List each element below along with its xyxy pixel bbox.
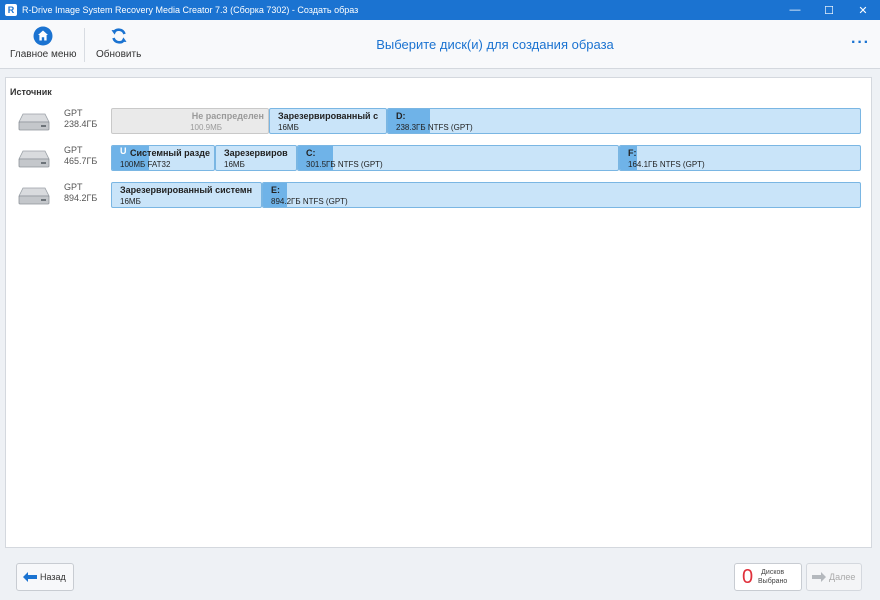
disk-row[interactable]: GPT 894.2ГБ Зарезервированный системн 16… <box>6 182 866 208</box>
disk-row[interactable]: GPT 238.4ГБ Не распределен 100.9МБ Зарез… <box>6 108 866 134</box>
toolbar: Главное меню Обновить Выберите диск(и) д… <box>0 20 880 69</box>
more-options-button[interactable]: ··· <box>851 34 870 52</box>
arrow-right-icon <box>812 572 826 582</box>
partition-name: F: <box>628 148 637 158</box>
hard-drive-icon <box>16 148 52 170</box>
back-button-label: Назад <box>40 572 66 582</box>
partition-name: Системный разде <box>130 148 210 158</box>
refresh-button-label: Обновить <box>96 49 142 60</box>
home-button[interactable]: Главное меню <box>10 26 76 60</box>
partition-f[interactable]: F: 164.1ГБ NTFS (GPT) <box>619 145 861 171</box>
maximize-button[interactable]: ☐ <box>812 0 846 20</box>
arrow-left-icon <box>23 572 37 582</box>
partition-name: Зарезервированный системн <box>120 185 253 195</box>
footer-bar: Назад 0 Дисков Выбрано Далее <box>5 553 872 597</box>
partition-name: D: <box>396 111 406 121</box>
partition-name: C: <box>306 148 316 158</box>
home-icon <box>33 26 53 46</box>
partition-size: 238.3ГБ NTFS (GPT) <box>396 123 473 132</box>
partition-size: 164.1ГБ NTFS (GPT) <box>628 160 705 169</box>
title-bar: R R-Drive Image System Recovery Media Cr… <box>0 0 880 20</box>
minimize-button[interactable]: — <box>778 0 812 20</box>
disk-size: 894.2ГБ <box>64 193 98 203</box>
source-heading: Источник <box>10 87 52 97</box>
partition-size: 16МБ <box>120 197 141 206</box>
disk-row[interactable]: GPT 465.7ГБ U Системный разде 100МБ FAT3… <box>6 145 866 171</box>
selected-label-line1: Дисков <box>761 569 785 576</box>
partition-unallocated[interactable]: Не распределен 100.9МБ <box>111 108 269 134</box>
partition-system[interactable]: U Системный разде 100МБ FAT32 <box>111 145 215 171</box>
partition-marker: U <box>120 146 127 156</box>
selected-disks-counter: 0 Дисков Выбрано <box>734 563 802 591</box>
partition-size: 16МБ <box>278 123 299 132</box>
partition-e[interactable]: E: 894.2ГБ NTFS (GPT) <box>262 182 861 208</box>
partition-size: 16МБ <box>224 160 245 169</box>
disk-size: 238.4ГБ <box>64 119 98 129</box>
disk-info: GPT 238.4ГБ <box>64 108 97 130</box>
window-controls: — ☐ ✕ <box>778 0 880 20</box>
partition-name: Зарезервиров <box>224 148 288 158</box>
partition-reserved[interactable]: Зарезервиров 16МБ <box>215 145 297 171</box>
home-button-label: Главное меню <box>10 49 77 60</box>
refresh-button[interactable]: Обновить <box>96 26 141 60</box>
partition-size: 301.5ГБ NTFS (GPT) <box>306 160 383 169</box>
window-title: R-Drive Image System Recovery Media Crea… <box>22 5 359 15</box>
app-logo-icon: R <box>5 4 17 16</box>
selected-label-line2: Выбрано <box>758 578 788 585</box>
partition-name: E: <box>271 185 280 195</box>
close-button[interactable]: ✕ <box>846 0 880 20</box>
hard-drive-icon <box>16 111 52 133</box>
back-button[interactable]: Назад <box>16 563 74 591</box>
hard-drive-icon <box>16 185 52 207</box>
disk-size: 465.7ГБ <box>64 156 98 166</box>
partition-c[interactable]: C: 301.5ГБ NTFS (GPT) <box>297 145 619 171</box>
partition-reserved[interactable]: Зарезервированный с 16МБ <box>269 108 387 134</box>
disk-type: GPT <box>64 182 83 192</box>
next-button-label: Далее <box>829 572 856 582</box>
partition-size: 894.2ГБ NTFS (GPT) <box>271 197 348 206</box>
next-button[interactable]: Далее <box>806 563 862 591</box>
partition-d[interactable]: D: 238.3ГБ NTFS (GPT) <box>387 108 861 134</box>
source-panel: Источник GPT 238.4ГБ Не распределен 100.… <box>5 77 872 548</box>
disk-info: GPT 465.7ГБ <box>64 145 97 167</box>
partition-size: 100МБ FAT32 <box>120 160 171 169</box>
selected-count: 0 <box>742 565 754 588</box>
selected-count-label: Дисков Выбрано <box>758 568 787 586</box>
refresh-icon <box>109 26 129 46</box>
partition-size: 100.9МБ <box>190 123 222 132</box>
toolbar-divider <box>84 28 85 62</box>
partition-bar: Не распределен 100.9МБ Зарезервированный… <box>111 108 861 134</box>
partition-bar: U Системный разде 100МБ FAT32 Зарезервир… <box>111 145 861 171</box>
disk-type: GPT <box>64 145 83 155</box>
partition-name: Зарезервированный с <box>278 111 379 121</box>
partition-bar: Зарезервированный системн 16МБ E: 894.2Г… <box>111 182 861 208</box>
disk-info: GPT 894.2ГБ <box>64 182 97 204</box>
disk-type: GPT <box>64 108 83 118</box>
partition-reserved[interactable]: Зарезервированный системн 16МБ <box>111 182 262 208</box>
partition-name: Не распределен <box>191 111 264 121</box>
page-title: Выберите диск(и) для создания образа <box>376 37 614 52</box>
